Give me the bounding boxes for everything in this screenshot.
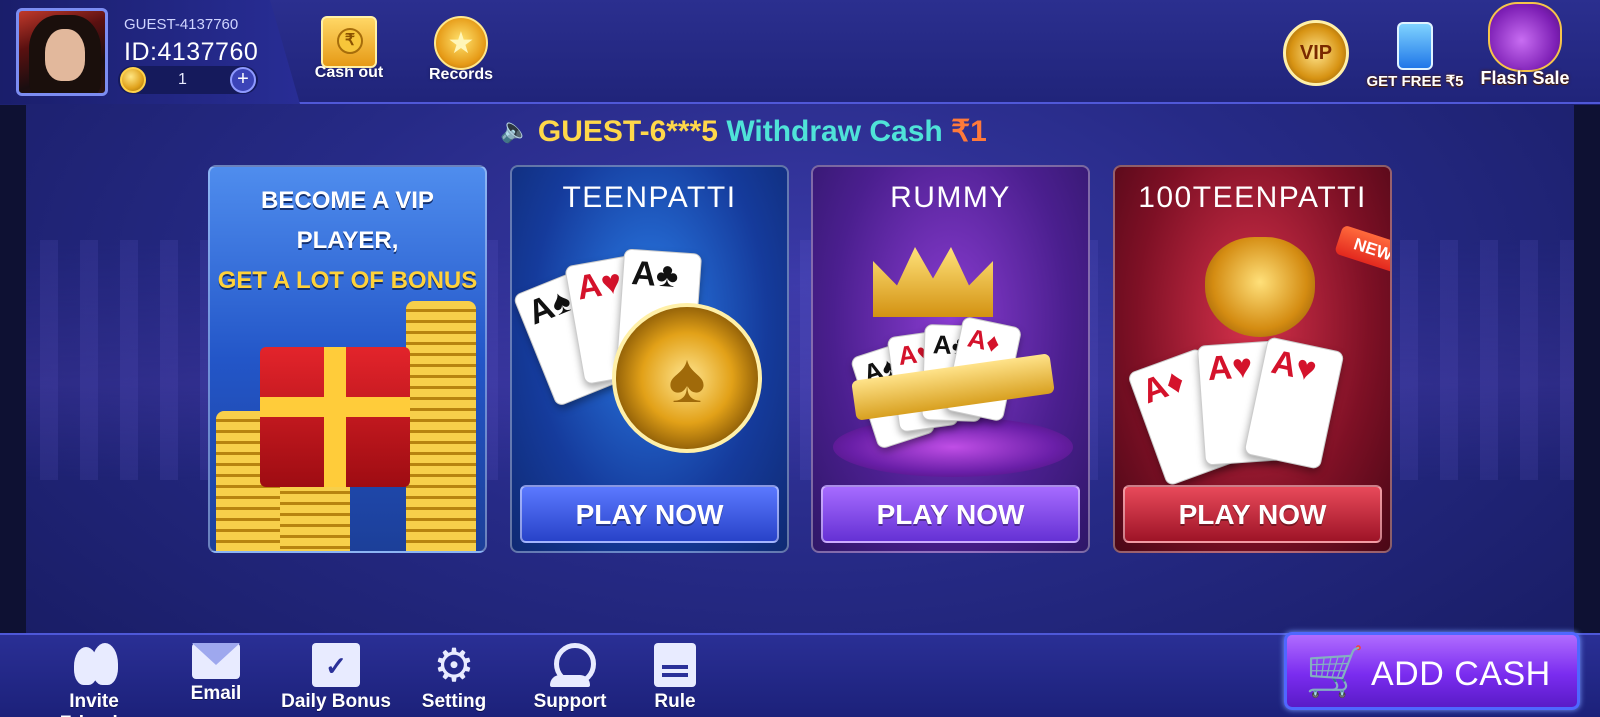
card-rank: A	[965, 322, 990, 356]
records-button[interactable]: Records	[416, 16, 506, 84]
cashout-button[interactable]: ₹ Cash out	[304, 16, 394, 82]
gear-icon: ⚙	[433, 639, 475, 691]
support-icon	[546, 643, 596, 687]
rule-button[interactable]: Rule	[642, 643, 708, 713]
marquee-user: GUEST-6***5	[537, 115, 718, 148]
money-bag-icon	[1488, 2, 1562, 72]
speaker-icon: 🔈	[500, 117, 530, 144]
card-rank: A	[932, 329, 953, 360]
rule-icon	[654, 643, 696, 687]
coin-icon	[120, 67, 146, 93]
phone-icon	[1397, 22, 1433, 70]
flash-sale-button[interactable]: Flash Sale	[1470, 2, 1580, 89]
right-edge	[1574, 105, 1600, 633]
coin-stack	[406, 301, 476, 551]
top-bar: GUEST-4137760 ID:4137760 1 + ₹ Cash out …	[0, 0, 1600, 104]
teenpatti100-play-button[interactable]: PLAY NOW	[1123, 485, 1382, 543]
invite-friends-label: Invite Friends	[60, 691, 129, 717]
guest-name: GUEST-4137760	[124, 16, 239, 33]
card-rank: A	[1206, 348, 1234, 389]
flash-sale-label: Flash Sale	[1480, 68, 1570, 88]
email-icon	[192, 643, 240, 679]
gold-chip-icon	[612, 303, 762, 453]
rule-label: Rule	[654, 691, 696, 712]
daily-bonus-label: Daily Bonus	[281, 691, 391, 712]
get-free-button[interactable]: GET FREE ₹5	[1360, 22, 1470, 90]
teenpatti100-title: 100TEENPATTI	[1138, 181, 1367, 214]
card-rank: A	[896, 338, 919, 372]
card-rank: A	[573, 265, 605, 308]
plus-icon[interactable]: +	[230, 67, 256, 93]
teenpatti100-art: A♦ A♥ A♥	[1115, 247, 1390, 487]
vip-promo-line2: GET A LOT OF BONUS	[217, 267, 478, 294]
guest-id: ID:4137760	[124, 38, 259, 66]
rummy-title: RUMMY	[890, 181, 1011, 214]
gift-box-icon	[260, 347, 410, 487]
left-edge	[0, 105, 26, 633]
rummy-card[interactable]: RUMMY A♠ A♥ A♣ A♦ PLAY NOW	[811, 165, 1090, 553]
setting-label: Setting	[421, 691, 487, 712]
card-rank: A	[1136, 367, 1174, 412]
teenpatti-art: A♠ A♥ A♣	[512, 247, 787, 487]
marquee-amount: ₹1	[951, 115, 987, 148]
avatar[interactable]	[16, 8, 108, 96]
marquee-text: Withdraw Cash	[726, 115, 943, 148]
rummy-play-button[interactable]: PLAY NOW	[821, 485, 1080, 543]
teenpatti100-card[interactable]: 100TEENPATTI A♦ A♥ A♥ NEW PLAY NOW	[1113, 165, 1392, 553]
teenpatti-title: TEENPATTI	[562, 181, 737, 214]
cart-icon: 🛒	[1305, 646, 1365, 699]
support-label: Support	[533, 691, 607, 712]
announcement-marquee: 🔈 GUEST-6***5 Withdraw Cash ₹1	[500, 114, 1100, 154]
support-button[interactable]: Support	[524, 643, 616, 713]
add-cash-button[interactable]: 🛒 ADD CASH	[1284, 632, 1580, 710]
avatar-face	[45, 29, 85, 81]
get-free-label: GET FREE ₹5	[1366, 73, 1464, 90]
teenpatti-play-button[interactable]: PLAY NOW	[520, 485, 779, 543]
card-rank: A	[630, 254, 658, 294]
coin-amount: 1	[178, 71, 187, 88]
invite-friends-button[interactable]: Invite Friends	[36, 643, 152, 717]
coin-balance: 1 +	[118, 66, 258, 94]
vip-icon[interactable]: VIP	[1283, 20, 1349, 86]
setting-button[interactable]: ⚙ Setting	[412, 639, 496, 713]
card-rank: A	[1268, 342, 1301, 386]
daily-bonus-button[interactable]: Daily Bonus	[280, 643, 392, 713]
card-rank: A	[522, 288, 560, 333]
email-button[interactable]: Email	[180, 643, 252, 705]
vip-promo-line1: BECOME A VIP PLAYER,	[261, 187, 434, 254]
friends-icon	[70, 643, 118, 687]
records-icon	[434, 16, 488, 70]
email-label: Email	[190, 683, 242, 704]
calendar-icon	[312, 643, 360, 687]
vip-promo-card[interactable]: BECOME A VIP PLAYER, GET A LOT OF BONUS	[208, 165, 487, 553]
vip-promo-title: BECOME A VIP PLAYER, GET A LOT OF BONUS	[210, 181, 485, 301]
teenpatti-card[interactable]: TEENPATTI A♠ A♥ A♣ PLAY NOW	[510, 165, 789, 553]
rupee-coin-glyph: ₹	[337, 28, 363, 54]
cashout-icon: ₹	[321, 16, 377, 68]
add-cash-label: ADD CASH	[1371, 655, 1551, 693]
